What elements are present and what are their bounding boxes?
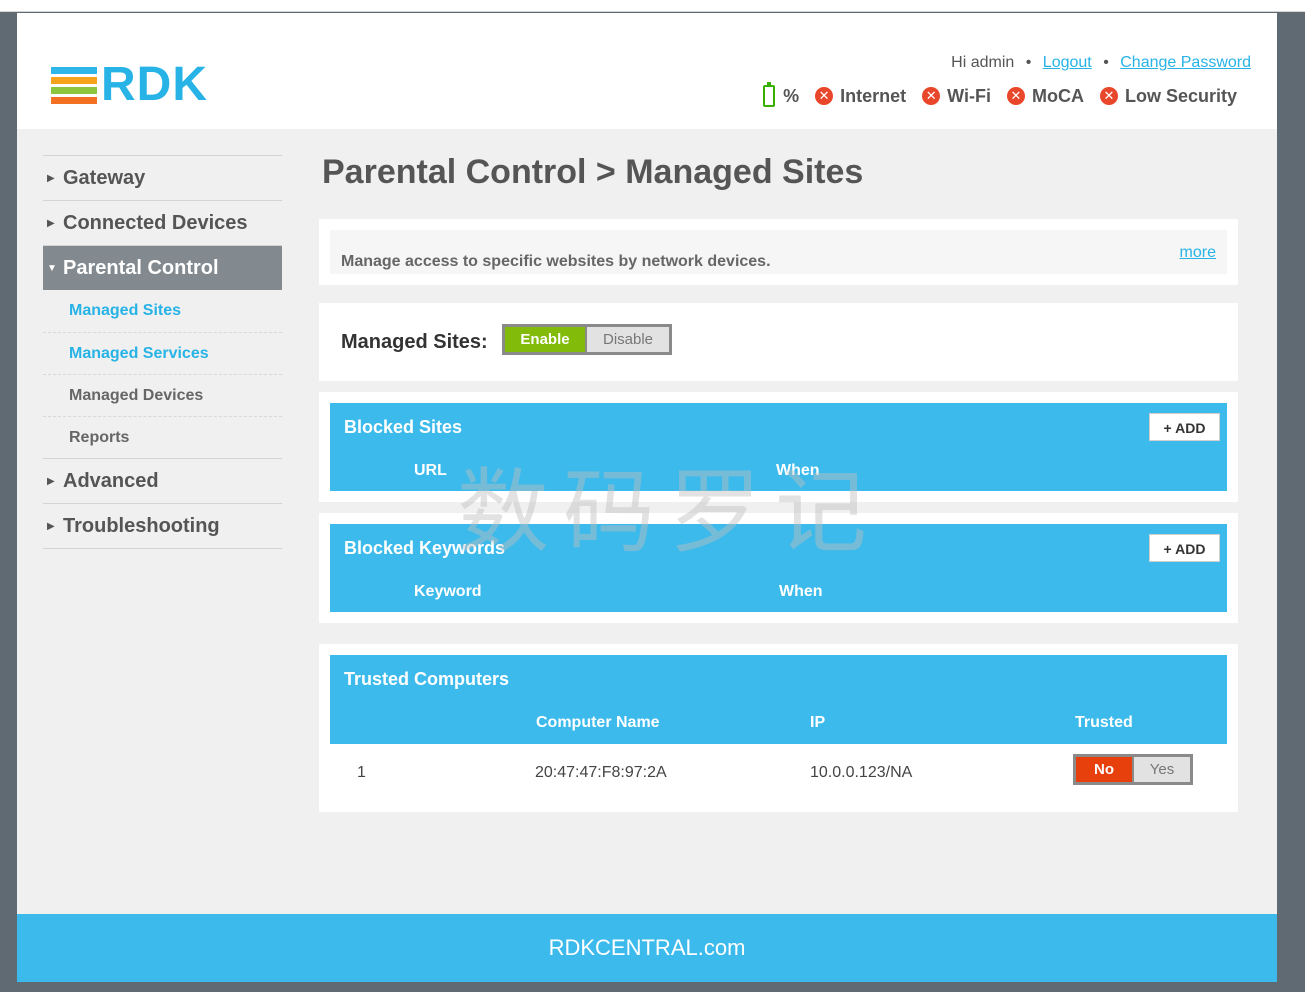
sidebar-subitem-managed-devices[interactable]: Managed Devices [43,374,282,416]
moca-label: MoCA [1031,85,1084,106]
logo-bar [51,77,97,84]
logo-text: RDK [101,58,208,111]
logo-bar [51,87,97,94]
sidebar-item-parental-control[interactable]: ▼ Parental Control [43,245,282,290]
managed-sites-card: Managed Sites: Enable Disable [319,303,1238,381]
trusted-toggle[interactable]: No Yes [1073,754,1193,785]
caret-down-icon: ▼ [47,262,57,274]
info-text: Manage access to specific websites by ne… [341,253,771,270]
managed-sites-label: Managed Sites: [341,331,488,353]
footer-link[interactable]: RDKCENTRAL.com [549,935,746,960]
more-link[interactable]: more [1180,244,1216,262]
ip-cell: 10.0.0.123/NA [810,764,913,781]
trusted-computers-title: Trusted Computers [344,669,510,689]
separator: • [1103,54,1109,71]
security-status: ✕ Low Security [1099,85,1237,107]
blocked-sites-title: Blocked Sites [344,417,463,437]
caret-right-icon: ▶ [47,217,55,229]
internet-label: Internet [840,85,907,106]
wifi-status: ✕ Wi-Fi [922,86,991,107]
wifi-label: Wi-Fi [947,85,991,106]
internet-status: ✕ Internet [815,86,906,107]
watermark: 数码罗记 [457,459,882,566]
greeting-text: Hi admin [951,54,1015,71]
logo-bar [51,67,97,74]
column-header-trusted: Trusted [1075,714,1133,731]
sidebar-nav: ▶ Gateway ▶ Connected Devices ▼ Parental… [43,155,282,549]
status-bar: % ✕ Internet ✕ Wi-Fi ✕ MoCA ✕ Low Securi… [747,82,1237,107]
sidebar-item-label: Gateway [63,166,146,189]
trusted-computers-header: Trusted Computers Computer Name IP Trust… [330,655,1227,744]
sidebar-subitem-managed-sites[interactable]: Managed Sites [43,290,282,332]
header: RDK Hi admin • Logout • Change Password … [17,13,1277,129]
managed-sites-toggle[interactable]: Enable Disable [502,324,672,355]
sidebar-item-advanced[interactable]: ▶ Advanced [43,458,282,503]
logout-link[interactable]: Logout [1043,54,1092,71]
footer: RDKCENTRAL.com [17,914,1277,982]
computer-name-cell: 20:47:47:F8:97:2A [535,764,667,781]
battery-icon [763,82,776,107]
logo-bar [51,97,97,104]
sidebar-item-label: Parental Control [63,256,219,279]
x-circle-icon: ✕ [922,87,941,105]
security-label: Low Security [1124,85,1237,106]
column-header-when: When [779,583,823,600]
sidebar-item-label: Advanced [63,469,159,492]
column-header-computer-name: Computer Name [536,714,660,731]
trusted-computers-card: Trusted Computers Computer Name IP Trust… [319,644,1238,812]
sidebar-item-gateway[interactable]: ▶ Gateway [43,155,282,200]
x-circle-icon: ✕ [815,87,834,105]
column-header-keyword: Keyword [414,583,482,600]
add-blocked-keyword-button[interactable]: + ADD [1149,534,1220,562]
sidebar-subitem-reports[interactable]: Reports [43,416,282,458]
x-circle-icon: ✕ [1099,87,1118,105]
change-password-link[interactable]: Change Password [1120,54,1251,71]
sidebar-divider [43,548,282,549]
browser-top-edge [0,0,1305,12]
column-header-url: URL [414,462,447,479]
battery-label: % [783,85,800,106]
disable-button[interactable]: Disable [587,327,669,352]
caret-right-icon: ▶ [47,475,55,487]
trusted-yes-button[interactable]: Yes [1134,757,1190,782]
sidebar-item-label: Troubleshooting [63,514,220,537]
column-header-ip: IP [810,714,826,731]
info-card: Manage access to specific websites by ne… [319,219,1238,285]
rdk-logo[interactable]: RDK [51,59,241,111]
caret-right-icon: ▶ [47,172,55,184]
x-circle-icon: ✕ [1006,87,1025,105]
row-index: 1 [357,764,366,781]
sidebar-subitem-managed-services[interactable]: Managed Services [43,332,282,374]
sidebar-item-label: Connected Devices [63,211,248,234]
page-container: RDK Hi admin • Logout • Change Password … [17,13,1277,982]
add-blocked-site-button[interactable]: + ADD [1149,413,1220,441]
sidebar-item-connected-devices[interactable]: ▶ Connected Devices [43,200,282,245]
enable-button[interactable]: Enable [505,327,585,352]
moca-status: ✕ MoCA [1006,85,1084,107]
battery-status: % [763,82,800,107]
caret-right-icon: ▶ [47,520,55,532]
page-title: Parental Control > Managed Sites [322,153,864,191]
info-box: Manage access to specific websites by ne… [330,230,1227,274]
sidebar-item-troubleshooting[interactable]: ▶ Troubleshooting [43,503,282,548]
user-links: Hi admin • Logout • Change Password [951,54,1251,72]
trusted-no-button[interactable]: No [1076,757,1132,782]
separator: • [1025,54,1032,71]
